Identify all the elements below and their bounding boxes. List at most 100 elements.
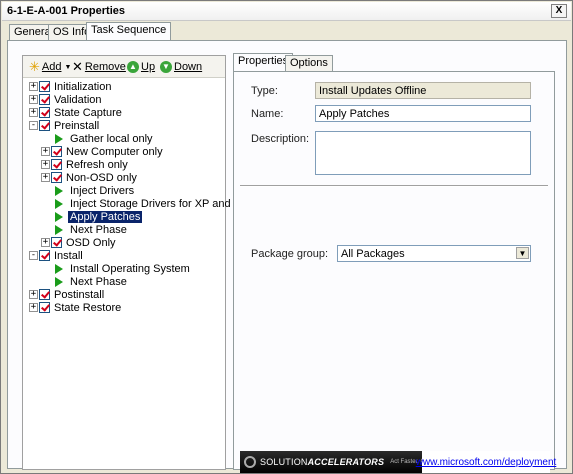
expand-plus-icon[interactable]: + bbox=[41, 147, 50, 156]
step-arrow-icon bbox=[55, 276, 63, 287]
tree-toolbar: ✳ Add ▼ ✕ Remove ▲ Up ▼ Down bbox=[23, 56, 225, 78]
separator bbox=[240, 185, 548, 187]
collapse-minus-icon[interactable]: - bbox=[29, 121, 38, 130]
tree-node-label: Preinstall bbox=[54, 119, 100, 132]
expand-plus-icon[interactable]: + bbox=[41, 238, 50, 247]
tree-node-install-operating-system[interactable]: Install Operating System bbox=[53, 262, 192, 275]
tree-node-state-capture[interactable]: + State Capture bbox=[29, 106, 124, 119]
tree-node-label: Non-OSD only bbox=[66, 171, 137, 184]
description-label: Description: bbox=[251, 133, 310, 145]
checkbox-icon bbox=[51, 146, 62, 157]
add-label: Add bbox=[41, 61, 62, 73]
step-arrow-icon bbox=[55, 263, 63, 274]
collapse-minus-icon[interactable]: - bbox=[29, 251, 38, 260]
step-arrow-icon bbox=[55, 211, 63, 222]
expand-plus-icon[interactable]: + bbox=[29, 303, 38, 312]
tree-node-label: New Computer only bbox=[66, 145, 163, 158]
tree-node-new-computer-only[interactable]: + New Computer only bbox=[41, 145, 165, 158]
tree-node-label: Next Phase bbox=[70, 275, 127, 288]
name-label: Name: bbox=[251, 108, 284, 120]
tree-node-label: Postinstall bbox=[54, 288, 105, 301]
tree-node-label: Install Operating System bbox=[70, 262, 190, 275]
step-arrow-icon bbox=[55, 198, 63, 209]
dropdown-arrow-icon[interactable]: ▼ bbox=[516, 247, 529, 259]
tree-node-apply-patches[interactable]: Apply Patches bbox=[53, 210, 143, 223]
checkbox-icon bbox=[39, 107, 50, 118]
tree-node-label: State Restore bbox=[54, 301, 122, 314]
type-field: Install Updates Offline bbox=[315, 82, 531, 99]
expand-plus-icon[interactable]: + bbox=[29, 95, 38, 104]
checkbox-icon bbox=[51, 237, 62, 248]
checkbox-icon bbox=[39, 250, 50, 261]
name-input[interactable]: Apply Patches bbox=[315, 105, 531, 122]
tree-node-next-phase-2[interactable]: Next Phase bbox=[53, 275, 129, 288]
checkbox-icon bbox=[51, 172, 62, 183]
tree-node-gather-local-only[interactable]: Gather local only bbox=[53, 132, 155, 145]
remove-label: Remove bbox=[84, 61, 126, 73]
checkbox-icon bbox=[39, 94, 50, 105]
tab-task-sequence[interactable]: Task Sequence bbox=[86, 22, 172, 41]
tree-node-non-osd-only[interactable]: + Non-OSD only bbox=[41, 171, 139, 184]
add-star-icon: ✳ bbox=[29, 59, 40, 74]
up-button[interactable]: ▲ Up bbox=[127, 60, 155, 74]
tree-node-next-phase[interactable]: Next Phase bbox=[53, 223, 129, 236]
tree-node-refresh-only[interactable]: + Refresh only bbox=[41, 158, 130, 171]
tree-node-state-restore[interactable]: + State Restore bbox=[29, 301, 123, 314]
tree-node-validation[interactable]: + Validation bbox=[29, 93, 104, 106]
tree-node-label: Inject Storage Drivers for XP and 2003 bbox=[70, 197, 259, 210]
up-label: Up bbox=[141, 61, 156, 73]
properties-page: Type: Install Updates Offline Name: Appl… bbox=[233, 71, 556, 473]
tree-node-label-selected: Apply Patches bbox=[68, 210, 143, 223]
tree-node-label: State Capture bbox=[54, 106, 122, 119]
step-arrow-icon bbox=[55, 224, 63, 235]
tree-node-initialization[interactable]: + Initialization bbox=[29, 80, 113, 93]
checkbox-icon bbox=[39, 120, 50, 131]
expand-plus-icon[interactable]: + bbox=[29, 108, 38, 117]
remove-button[interactable]: ✕ Remove bbox=[72, 59, 126, 74]
properties-dialog: 6-1-E-A-001 Properties X General OS Info… bbox=[0, 0, 573, 474]
tree-node-label: Refresh only bbox=[66, 158, 128, 171]
tree-node-install[interactable]: - Install bbox=[29, 249, 85, 262]
tree-node-label: Inject Drivers bbox=[70, 184, 135, 197]
description-input[interactable] bbox=[315, 131, 531, 175]
brand-text: SOLUTIONACCELERATORS bbox=[260, 457, 385, 467]
window-title: 6-1-E-A-001 Properties bbox=[7, 5, 125, 17]
add-button[interactable]: ✳ Add ▼ bbox=[29, 59, 72, 74]
task-sequence-page: ✳ Add ▼ ✕ Remove ▲ Up ▼ Down + Initializ… bbox=[7, 40, 567, 473]
tree-node-label: Validation bbox=[54, 93, 102, 106]
step-arrow-icon bbox=[55, 133, 63, 144]
tree-node-inject-storage-drivers[interactable]: Inject Storage Drivers for XP and 2003 bbox=[53, 197, 260, 210]
solution-accelerators-logo-icon bbox=[244, 456, 256, 468]
package-group-label: Package group: bbox=[251, 248, 329, 260]
expand-plus-icon[interactable]: + bbox=[41, 160, 50, 169]
dropdown-arrow-icon: ▼ bbox=[64, 63, 72, 71]
tab-options[interactable]: Options bbox=[285, 55, 333, 71]
deployment-link[interactable]: www.microsoft.com/deployment bbox=[416, 451, 556, 473]
properties-panel: Properties Options Type: Install Updates… bbox=[233, 53, 556, 473]
tree-node-postinstall[interactable]: + Postinstall bbox=[29, 288, 106, 301]
package-group-select[interactable]: All Packages ▼ bbox=[337, 245, 531, 262]
type-label: Type: bbox=[251, 85, 278, 97]
checkbox-icon bbox=[39, 302, 50, 313]
tree-node-preinstall[interactable]: - Preinstall bbox=[29, 119, 101, 132]
tree-node-osd-only[interactable]: + OSD Only bbox=[41, 236, 118, 249]
tree-node-label: Initialization bbox=[54, 80, 112, 93]
down-label: Down bbox=[174, 61, 203, 73]
down-arrow-icon: ▼ bbox=[160, 61, 172, 73]
solution-accelerators-banner: SOLUTIONACCELERATORS Act Faster. Go Furt… bbox=[240, 451, 556, 473]
package-group-value: All Packages bbox=[341, 248, 405, 260]
down-button[interactable]: ▼ Down bbox=[160, 60, 202, 74]
expand-plus-icon[interactable]: + bbox=[29, 82, 38, 91]
checkbox-icon bbox=[39, 289, 50, 300]
step-arrow-icon bbox=[55, 185, 63, 196]
tree-node-label: Next Phase bbox=[70, 223, 127, 236]
tree-node-label: Install bbox=[54, 249, 83, 262]
task-sequence-tree-panel: ✳ Add ▼ ✕ Remove ▲ Up ▼ Down + Initializ… bbox=[22, 55, 258, 470]
expand-plus-icon[interactable]: + bbox=[29, 290, 38, 299]
checkbox-icon bbox=[51, 159, 62, 170]
close-button[interactable]: X bbox=[551, 4, 567, 18]
tree-node-inject-drivers[interactable]: Inject Drivers bbox=[53, 184, 136, 197]
tree-node-label: OSD Only bbox=[66, 236, 116, 249]
up-arrow-icon: ▲ bbox=[127, 61, 139, 73]
expand-plus-icon[interactable]: + bbox=[41, 173, 50, 182]
